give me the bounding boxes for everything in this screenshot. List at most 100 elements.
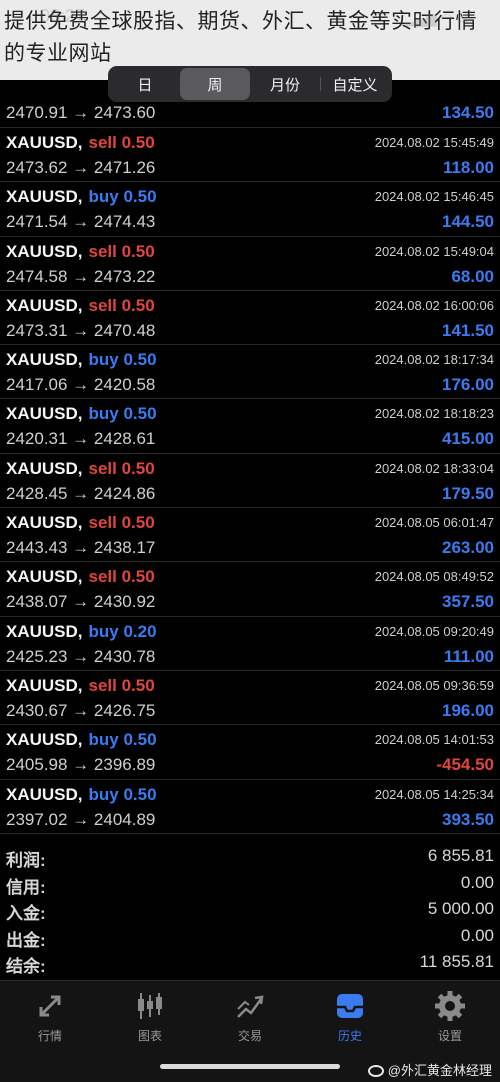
- summary-row-deposit: 入金: 5 000.00: [0, 895, 500, 923]
- arrow-right-icon: →: [67, 158, 94, 177]
- trade-row[interactable]: XAUUSD, buy 0.20 2024.08.05 09:20:49 2425.2…: [0, 617, 500, 671]
- trade-row[interactable]: XAUUSD, sell 0.50 2024.08.05 09:36:59 2430.…: [0, 671, 500, 726]
- trade-time: 2024.08.02 18:18:23: [374, 406, 494, 422]
- trade-icon: [237, 995, 264, 1018]
- trade-symbol: XAUUSD, sell 0.50: [6, 567, 155, 587]
- trade-row[interactable]: XAUUSD, sell 0.50 2024.08.05 06:01:47 2443.…: [0, 508, 500, 563]
- period-tab-custom[interactable]: 自定义: [320, 68, 390, 100]
- trade-profit: 196.00: [442, 700, 494, 720]
- trade-row[interactable]: XAUUSD, sell 0.50 2024.08.05 08:49:52 2438.…: [0, 562, 500, 617]
- trade-open-price: 2425.23: [6, 646, 68, 666]
- trade-prices: 2438.07 → 2430.92: [6, 592, 155, 612]
- trade-side: sell 0.50: [88, 458, 155, 478]
- trade-symbol: XAUUSD, sell 0.50: [6, 513, 155, 533]
- trade-row[interactable]: XAUUSD, buy 0.50 2024.08.05 14:01:53 2405.9…: [0, 725, 500, 780]
- period-tab-day[interactable]: 日: [110, 68, 180, 100]
- trade-symbol: XAUUSD, sell 0.50: [6, 296, 155, 316]
- tab-label: 图表: [137, 1029, 162, 1043]
- trade-open-price: 2473.31: [6, 320, 68, 340]
- tab-settings[interactable]: 设置: [400, 989, 500, 1045]
- trade-symbol-text: XAUUSD,: [6, 187, 83, 207]
- arrow-right-icon: →: [67, 375, 94, 395]
- trade-close-price: 2473.60: [93, 103, 156, 122]
- trade-row[interactable]: XAUUSD, buy 0.50 2024.08.02 18:18:23 2420.3…: [0, 399, 500, 454]
- account-summary: 利润: 6 855.81 信用: 0.00 入金: 5 000.00 出金: 0…: [0, 842, 500, 976]
- trade-profit: 415.00: [442, 429, 494, 449]
- arrow-right-icon: →: [67, 646, 94, 666]
- trade-prices: 2425.23 → 2430.78: [6, 647, 155, 667]
- trade-profit: 144.50: [442, 212, 494, 232]
- trade-close-price: 2474.43: [93, 212, 156, 232]
- arrow-right-icon: →: [67, 538, 94, 558]
- home-indicator: [160, 1064, 340, 1069]
- tab-chart[interactable]: 图表: [100, 989, 200, 1045]
- trade-profit: 68.00: [451, 266, 494, 286]
- period-tab-month[interactable]: 月份: [250, 68, 320, 100]
- trade-history-list[interactable]: 2470.91 → 2473.60 134.50 XAUUSD, sell 0.50 2…: [0, 100, 500, 834]
- trade-time: 2024.08.05 09:20:49: [374, 623, 494, 639]
- tab-history[interactable]: 历史: [300, 989, 400, 1045]
- trade-time: 2024.08.05 06:01:47: [374, 515, 494, 531]
- trade-symbol-text: XAUUSD,: [6, 567, 83, 587]
- tab-trade[interactable]: 交易: [200, 989, 300, 1045]
- arrow-right-icon: →: [67, 266, 94, 286]
- trade-time: 2024.08.02 15:45:49: [374, 135, 494, 150]
- period-segmented-control[interactable]: 日 周 月份 自定义: [108, 66, 392, 102]
- trade-row[interactable]: XAUUSD, buy 0.50 2024.08.02 18:17:34 2417.0…: [0, 345, 500, 400]
- trade-prices: 2470.91 → 2473.60: [6, 103, 155, 123]
- trade-time: 2024.08.05 08:49:52: [374, 569, 494, 585]
- trade-row[interactable]: XAUUSD, sell 0.50 2024.08.02 15:45:49 2473.…: [0, 128, 500, 183]
- trade-row[interactable]: XAUUSD, buy 0.50 2024.08.05 14:25:34 2397.0…: [0, 780, 500, 834]
- arrow-right-icon: →: [67, 320, 94, 340]
- trade-close-price: 2426.75: [93, 700, 156, 720]
- summary-label: 信用:: [6, 877, 46, 897]
- trade-prices: 2405.98 → 2396.89: [6, 755, 155, 775]
- trade-row[interactable]: XAUUSD, sell 0.50 2024.08.02 18:33:04 2428.…: [0, 454, 500, 509]
- summary-value: 0.00: [460, 872, 494, 892]
- trade-row[interactable]: XAUUSD, sell 0.50 2024.08.02 16:00:06 2473.…: [0, 291, 500, 346]
- trade-profit: 141.50: [442, 320, 494, 340]
- trade-symbol: XAUUSD, buy 0.50: [6, 350, 157, 370]
- trade-side: buy 0.50: [88, 404, 157, 424]
- trade-side: buy 0.50: [88, 730, 157, 750]
- period-tab-week[interactable]: 周: [180, 68, 250, 100]
- trade-symbol: XAUUSD, sell 0.50: [6, 459, 155, 479]
- trade-symbol: XAUUSD, buy 0.20: [6, 622, 157, 642]
- trade-symbol-text: XAUUSD,: [6, 404, 83, 424]
- tab-quotes[interactable]: 行情: [0, 989, 100, 1045]
- trade-row[interactable]: XAUUSD, sell 0.50 2024.08.02 15:49:04 2474.…: [0, 237, 500, 291]
- trade-prices: 2417.06 → 2420.58: [6, 375, 155, 395]
- watermark: @外汇黄金林经理: [367, 1060, 492, 1079]
- trade-side: sell 0.50: [88, 567, 155, 587]
- summary-label: 利润:: [6, 851, 46, 870]
- trade-symbol-text: XAUUSD,: [6, 295, 83, 315]
- trade-symbol-text: XAUUSD,: [6, 621, 83, 641]
- trade-profit: -454.50: [436, 755, 494, 775]
- summary-row-credit: 信用: 0.00: [0, 869, 500, 897]
- trade-profit: 393.50: [442, 809, 494, 829]
- settings-icon: [435, 991, 465, 1021]
- trade-side: sell 0.50: [88, 133, 155, 152]
- trade-profit: 134.50: [442, 103, 494, 122]
- trade-side: buy 0.20: [88, 621, 157, 641]
- trade-close-price: 2428.61: [93, 429, 156, 449]
- trade-side: sell 0.50: [88, 295, 155, 315]
- trade-open-price: 2397.02: [6, 809, 68, 829]
- trade-prices: 2430.67 → 2426.75: [6, 701, 155, 721]
- summary-value: 11 855.81: [419, 952, 494, 971]
- arrow-right-icon: →: [67, 103, 94, 122]
- trade-close-price: 2471.26: [93, 158, 156, 177]
- trade-open-price: 2471.54: [6, 212, 68, 232]
- trade-time: 2024.08.05 14:25:34: [374, 786, 494, 802]
- trade-row[interactable]: 2470.91 → 2473.60 134.50: [0, 100, 500, 128]
- arrow-right-icon: →: [67, 429, 94, 449]
- trade-profit: 118.00: [442, 158, 494, 177]
- summary-row-withdrawal: 出金: 0.00: [0, 922, 500, 950]
- trade-symbol-text: XAUUSD,: [6, 784, 83, 804]
- trade-row[interactable]: XAUUSD, buy 0.50 2024.08.02 15:46:45 2471.5…: [0, 182, 500, 237]
- trade-symbol-text: XAUUSD,: [6, 513, 83, 533]
- trade-close-price: 2404.89: [93, 809, 156, 829]
- trade-open-price: 2417.06: [6, 375, 68, 395]
- trade-symbol-text: XAUUSD,: [6, 241, 83, 261]
- arrow-right-icon: →: [67, 592, 94, 612]
